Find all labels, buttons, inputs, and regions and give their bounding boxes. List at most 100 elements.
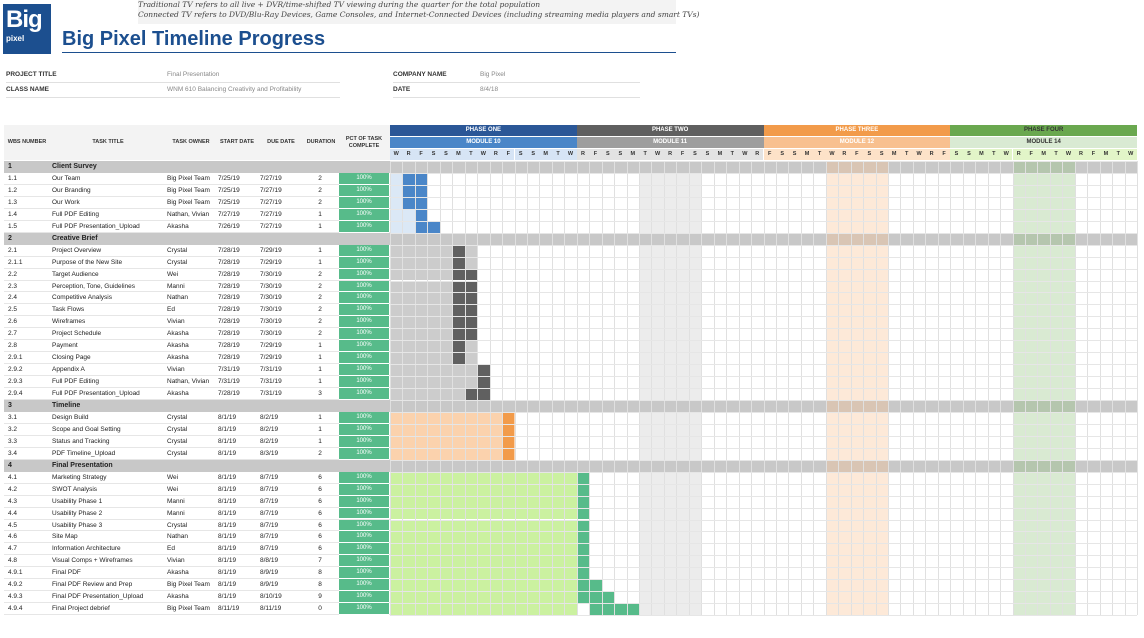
col-wbs-header: WBS NUMBER (7, 139, 47, 145)
grid-line (390, 423, 1137, 425)
gantt-bar (576, 567, 590, 580)
grid-line (390, 555, 1137, 557)
duration-cell: 6 (318, 497, 322, 505)
pct-complete-cell: 100% (339, 495, 389, 508)
day-label: S (514, 149, 527, 160)
task-cell: Scope and Goal Setting (52, 425, 121, 433)
start-date-cell: 8/1/19 (218, 437, 237, 445)
grid-line (390, 435, 1137, 437)
owner-cell: Ed (167, 545, 175, 553)
day-label: T (987, 149, 1001, 160)
grid-line (390, 388, 1137, 390)
day-label: S (875, 149, 888, 160)
duration-cell: 1 (318, 258, 322, 266)
wbs-cell: 2.4 (8, 294, 18, 302)
duration-cell: 1 (318, 342, 322, 350)
task-cell: Design Build (52, 413, 89, 421)
due-date-cell: 8/7/19 (260, 533, 279, 541)
due-date-cell: 7/31/19 (260, 390, 282, 398)
start-date-cell: 8/1/19 (218, 545, 237, 553)
wbs-cell: 4.9.1 (8, 569, 23, 577)
duration-cell: 8 (318, 581, 322, 589)
owner-cell: Akasha (167, 390, 189, 398)
day-label: T (1049, 149, 1063, 160)
day-label: F (589, 149, 602, 160)
start-date-cell: 7/31/19 (218, 378, 240, 386)
gantt-bar (452, 256, 465, 269)
pct-complete-cell: 100% (339, 196, 389, 209)
notes-box: Traditional TV refers to all live + DVR/… (138, 0, 699, 24)
gantt-bar (576, 495, 590, 508)
start-date-cell: 7/25/19 (218, 174, 240, 182)
col-task-header: TASK TITLE (92, 139, 124, 145)
phase-two-module: MODULE 11 (576, 137, 764, 148)
start-date-cell: 8/1/19 (218, 557, 237, 565)
gantt-bar (452, 244, 465, 257)
gantt-bar (414, 208, 428, 221)
grid-line (390, 447, 1137, 449)
start-date-cell: 7/28/19 (218, 270, 240, 278)
day-label: R (663, 149, 677, 160)
start-date-cell: 7/28/19 (218, 306, 240, 314)
duration-cell: 6 (318, 473, 322, 481)
wbs-cell: 3.4 (8, 449, 18, 457)
class-name-value: WNM 610 Balancing Creativity and Profita… (167, 86, 302, 93)
duration-cell: 9 (318, 593, 322, 601)
wbs-cell: 4.7 (8, 545, 18, 553)
grid-line (390, 483, 1137, 485)
duration-cell: 1 (318, 246, 322, 254)
grid-line (390, 531, 1137, 533)
grid-line (390, 196, 1137, 198)
owner-cell: Crystal (167, 246, 188, 254)
grid-line (390, 567, 1137, 569)
day-label: S (439, 149, 453, 160)
class-name-label: CLASS NAME (6, 86, 49, 93)
due-date-cell: 8/3/19 (260, 449, 279, 457)
wbs-cell: 3.1 (8, 413, 18, 421)
day-label: T (1112, 149, 1125, 160)
wbs-cell: 4.2 (8, 485, 18, 493)
wbs-cell: 2.8 (8, 342, 18, 350)
task-cell: Final PDF Review and Prep (52, 581, 133, 589)
wbs-cell: 1.1 (8, 174, 18, 182)
section-title: Timeline (52, 402, 81, 409)
task-cell: Wireframes (52, 318, 86, 326)
owner-cell: Crystal (167, 449, 188, 457)
start-date-cell: 8/1/19 (218, 533, 237, 541)
due-date-cell: 8/10/19 (260, 593, 282, 601)
duration-cell: 2 (318, 186, 322, 194)
owner-cell: Wei (167, 473, 179, 481)
project-title-label: PROJECT TITLE (6, 71, 57, 78)
task-cell: Project Overview (52, 246, 102, 254)
start-date-cell: 7/28/19 (218, 354, 240, 362)
day-label: T (464, 149, 478, 160)
duration-cell: 1 (318, 366, 322, 374)
task-cell: Visual Comps + Wireframes (52, 557, 133, 565)
col-duration-header: DURATION (306, 139, 336, 145)
day-label: S (601, 149, 615, 160)
gantt-bar (576, 555, 590, 568)
duration-cell: 1 (318, 425, 322, 433)
gantt-fill (390, 507, 577, 520)
gantt-fill (390, 555, 577, 568)
wbs-cell: 4.5 (8, 521, 18, 529)
due-date-cell: 7/27/19 (260, 198, 282, 206)
due-date-cell: 8/8/19 (260, 557, 279, 565)
grid-line (390, 543, 1137, 545)
pct-complete-cell: 100% (339, 423, 389, 436)
task-cell: Target Audience (52, 270, 99, 278)
due-date-cell: 7/30/19 (260, 294, 282, 302)
grid-line (390, 232, 1137, 234)
owner-cell: Vivian (167, 366, 185, 374)
divider (393, 97, 640, 98)
gantt-bar (452, 340, 465, 353)
day-label: R (838, 149, 851, 160)
due-date-cell: 8/2/19 (260, 425, 279, 433)
section-wbs: 4 (8, 461, 12, 469)
day-label: M (1037, 149, 1050, 160)
task-cell: Our Work (52, 198, 80, 206)
wbs-cell: 4.4 (8, 509, 18, 517)
project-title-value: Final Presentation (167, 71, 220, 78)
wbs-cell: 1.2 (8, 186, 18, 194)
gantt-bar (502, 447, 515, 460)
